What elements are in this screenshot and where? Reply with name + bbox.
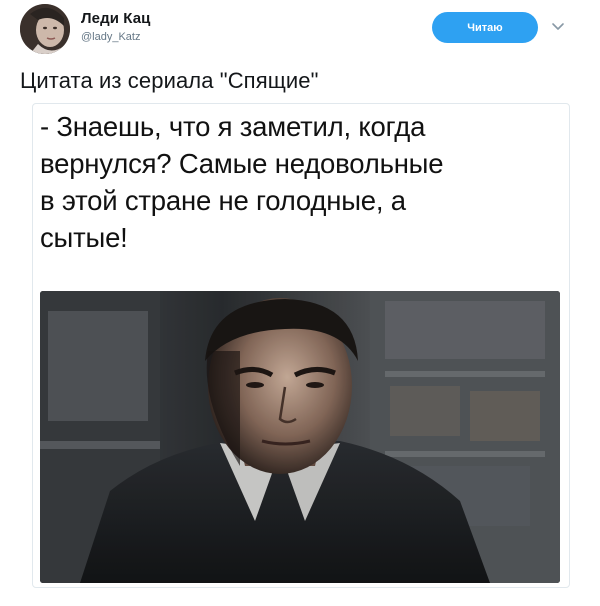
display-name[interactable]: Леди Кац	[81, 10, 150, 27]
tweet-text: Цитата из сериала "Спящие"	[20, 68, 319, 93]
quote-line: вернулся? Самые недовольные	[40, 148, 444, 179]
follow-button[interactable]: Читаю	[432, 12, 538, 43]
user-avatar[interactable]	[20, 4, 70, 54]
user-avatar-icon	[20, 4, 70, 54]
quote-text: - Знаешь, что я заметил, когда вернулся?…	[40, 108, 560, 256]
quote-line: в этой стране не голодные, а	[40, 185, 406, 216]
movie-still-image[interactable]	[40, 291, 560, 583]
quote-line: - Знаешь, что я заметил, когда	[40, 111, 426, 142]
chevron-down-icon[interactable]	[551, 20, 565, 34]
quote-line: сытые!	[40, 222, 128, 253]
username[interactable]: @lady_Katz	[81, 31, 140, 43]
